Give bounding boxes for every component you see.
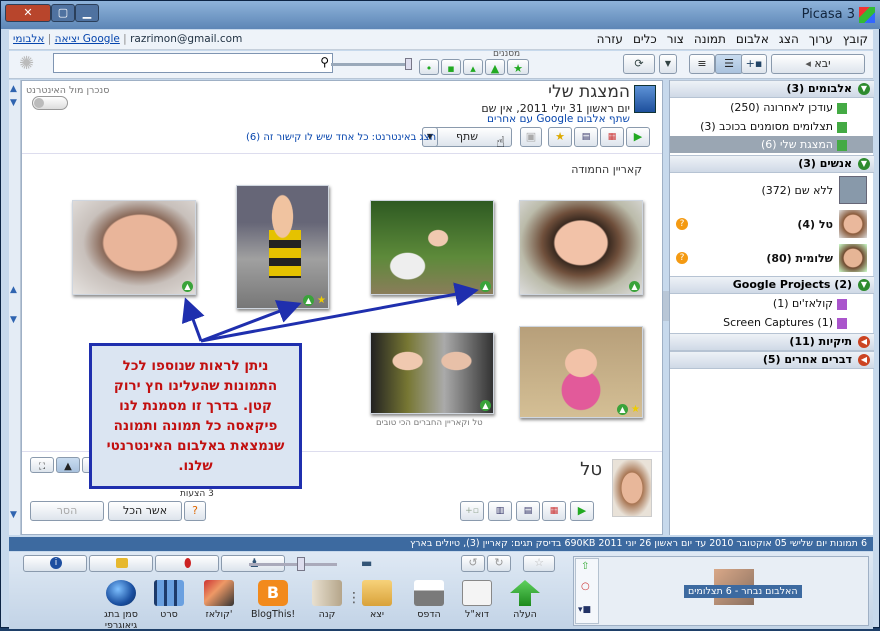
print-action[interactable]: הדפס (409, 580, 449, 620)
clear-button[interactable]: ○ (581, 581, 590, 592)
info-button[interactable]: i (23, 555, 87, 572)
info-icon: i (50, 557, 62, 569)
status-bar: 6 תמונות יום שלישי 05 אוקטובר 2010 עד יו… (9, 537, 873, 551)
sidebar-splitter[interactable] (663, 291, 669, 321)
rotate-right-button[interactable]: ↻ (487, 555, 511, 572)
film-icon (154, 580, 184, 606)
blogthis-action[interactable]: B BlogThis! (251, 580, 295, 620)
expand-arrow-icon[interactable]: ◀ (858, 354, 870, 366)
globe-icon (106, 580, 136, 606)
project-item-screen-captures[interactable]: Screen Captures (1) (723, 316, 847, 329)
upload-arrow-icon (510, 580, 540, 606)
collage-icon (837, 298, 847, 310)
hold-button[interactable]: ⇧ (581, 561, 589, 572)
collage-action[interactable]: קולאז' (199, 580, 239, 620)
annotation-callout: ניתן לראות שנוספו לכל התמונות שהעלינו חץ… (89, 343, 302, 489)
folders-header[interactable]: תיקיות (11) ◀ (670, 333, 874, 351)
photo-tray: האלבום נבחר - 6 תצלומים ⇧ ○ ▾■ i ⬮ ♟ ▬ ↺… (9, 552, 873, 631)
album-item-recent[interactable]: עודכן לאחרונה (250) (730, 101, 847, 114)
separator-dots: ⋮ (347, 590, 361, 606)
geotag-action[interactable]: סמן בתג גיאוגרפי (97, 580, 145, 631)
shop-action[interactable]: קנה (307, 580, 347, 620)
album-item-my-slideshow[interactable]: המצגת שלי (6) (761, 138, 847, 151)
export-action[interactable]: יצא (357, 580, 397, 620)
blogger-icon: B (258, 580, 288, 606)
add-to-album-button[interactable]: ▾■ (578, 605, 591, 615)
album-item-starred[interactable]: תצלומים מסומנים בכוכב (3) (700, 120, 847, 133)
unnamed-person-avatar[interactable] (839, 176, 867, 204)
email-action[interactable]: דוא"ל (457, 580, 497, 620)
tags-button[interactable] (89, 555, 153, 572)
envelope-icon (462, 580, 492, 606)
shop-icon (312, 580, 342, 606)
tal-question-badge-icon[interactable]: ? (676, 218, 688, 230)
projects-header[interactable]: Google Projects (2) ▼ (670, 276, 874, 294)
tag-icon (116, 558, 128, 568)
printer-icon (414, 580, 444, 606)
album-icon (837, 139, 847, 151)
upload-action[interactable]: העלה (505, 580, 545, 620)
zoom-icon: ▬ (361, 556, 373, 570)
picasa-window: ✕ ▢ ▁ Picasa 3 קובץערוךהצגאלבוםתמונהצורכ… (0, 0, 880, 631)
capture-icon (837, 317, 847, 329)
person-item-unnamed[interactable]: ללא שם (372) (761, 184, 833, 197)
person-item-tal[interactable]: טל (4) (797, 218, 833, 231)
tray-side-buttons: ⇧ ○ ▾■ (575, 558, 599, 624)
shlomit-avatar[interactable] (839, 244, 867, 272)
tray-star-button[interactable]: ☆ (523, 555, 555, 572)
movie-action[interactable]: סרט (149, 580, 189, 620)
tal-avatar[interactable] (839, 210, 867, 238)
people-header[interactable]: אנשים (3) ▼ (670, 155, 874, 173)
tray-zoom-slider[interactable] (249, 563, 337, 566)
shlomit-question-badge-icon[interactable]: ? (676, 252, 688, 264)
albums-header[interactable]: אלבומים (3) ▼ (670, 80, 874, 98)
location-pin-icon: ⬮ (184, 556, 192, 570)
other-header[interactable]: דברים אחרים (5) ◀ (670, 351, 874, 369)
person-item-shlomit[interactable]: שלומית (80) (766, 252, 833, 265)
library-sidebar: אלבומים (3) ▼ עודכן לאחרונה (250) תצלומים… (669, 80, 874, 535)
collapse-arrow-icon[interactable]: ▼ (858, 279, 870, 291)
places-button[interactable]: ⬮ (155, 555, 219, 572)
selection-tray: האלבום נבחר - 6 תצלומים (573, 556, 869, 626)
album-icon (837, 102, 847, 114)
folder-icon (362, 580, 392, 606)
rotate-left-button[interactable]: ↺ (461, 555, 485, 572)
collapse-arrow-icon[interactable]: ▼ (858, 83, 870, 95)
tray-zoom-handle[interactable] (297, 557, 305, 571)
tray-label: האלבום נבחר - 6 תצלומים (684, 585, 802, 598)
album-icon (837, 121, 847, 133)
expand-arrow-icon[interactable]: ◀ (858, 336, 870, 348)
collapse-arrow-icon[interactable]: ▼ (858, 158, 870, 170)
project-item-collages[interactable]: קולאז'ים (1) (773, 297, 847, 310)
collage-icon (204, 580, 234, 606)
